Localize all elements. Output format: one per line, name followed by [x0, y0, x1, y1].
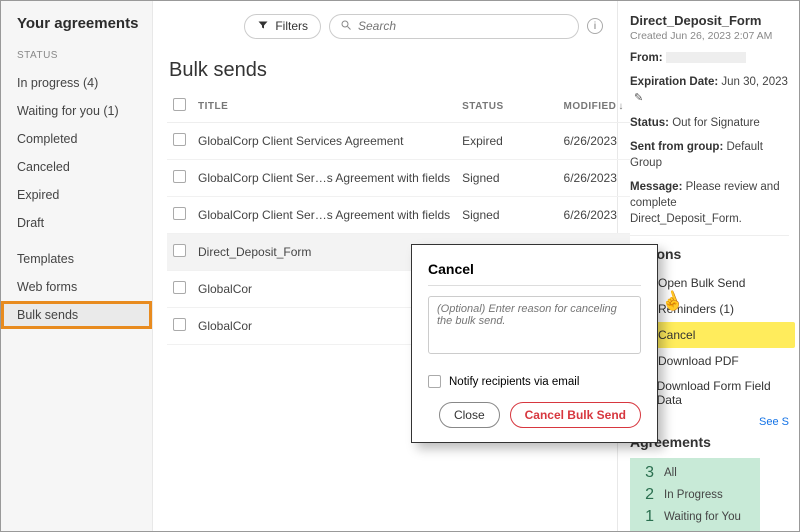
- row-checkbox[interactable]: [173, 207, 186, 220]
- status-label: Status:: [630, 117, 669, 129]
- table-row[interactable]: GlobalCorp Client Ser…s Agreement with f…: [167, 197, 630, 234]
- row-status: Signed: [456, 197, 557, 234]
- search-icon: [340, 19, 352, 34]
- row-modified: 6/26/2023: [558, 123, 630, 160]
- dialog-title: Cancel: [428, 261, 641, 277]
- status-header: STATUS: [1, 46, 152, 69]
- row-title: GlobalCorp Client Services Agreement: [192, 123, 456, 160]
- expiration-value: Jun 30, 2023: [721, 76, 788, 88]
- agreements-stats: 3All 2In Progress 1Waiting for You: [630, 458, 760, 531]
- agg-in-progress[interactable]: 2In Progress: [640, 484, 750, 506]
- col-title[interactable]: TITLE: [192, 90, 456, 123]
- filters-button[interactable]: Filters: [244, 14, 321, 39]
- cancel-bulk-send-button[interactable]: Cancel Bulk Send: [510, 402, 641, 428]
- filters-label: Filters: [275, 19, 308, 33]
- agg-waiting[interactable]: 1Waiting for You: [640, 506, 750, 528]
- row-checkbox[interactable]: [173, 244, 186, 257]
- notify-checkbox[interactable]: [428, 375, 441, 388]
- row-modified: 6/26/2023: [558, 197, 630, 234]
- row-checkbox[interactable]: [173, 170, 186, 183]
- section-title: Bulk sends: [169, 59, 603, 82]
- row-title: GlobalCorp Client Ser…s Agreement with f…: [192, 197, 456, 234]
- col-modified[interactable]: MODIFIED↓: [558, 90, 630, 123]
- nav-web-forms[interactable]: Web forms: [1, 273, 152, 301]
- group-label: Sent from group:: [630, 141, 723, 153]
- row-checkbox[interactable]: [173, 281, 186, 294]
- col-status[interactable]: STATUS: [456, 90, 557, 123]
- page-title: Your agreements: [1, 1, 152, 46]
- toolbar: Filters i: [167, 11, 603, 41]
- cancel-dialog: Cancel Notify recipients via email Close…: [411, 244, 658, 443]
- nav-completed[interactable]: Completed: [1, 125, 152, 153]
- edit-expiration-icon[interactable]: ✎: [634, 91, 643, 106]
- row-status: Signed: [456, 160, 557, 197]
- from-label: From:: [630, 52, 663, 64]
- table-row[interactable]: GlobalCorp Client Ser…s Agreement with f…: [167, 160, 630, 197]
- detail-created: Created Jun 26, 2023 2:07 AM: [630, 30, 789, 42]
- search-box[interactable]: [329, 14, 579, 39]
- notify-label: Notify recipients via email: [449, 376, 579, 388]
- filter-icon: [257, 19, 269, 34]
- search-input[interactable]: [358, 19, 568, 33]
- message-label: Message:: [630, 181, 682, 193]
- info-icon[interactable]: i: [587, 18, 603, 34]
- nav-draft[interactable]: Draft: [1, 209, 152, 237]
- cancel-reason-input[interactable]: [428, 296, 641, 354]
- close-button[interactable]: Close: [439, 402, 500, 428]
- row-checkbox[interactable]: [173, 318, 186, 331]
- from-value: [666, 52, 746, 63]
- nav-canceled[interactable]: Canceled: [1, 153, 152, 181]
- nav-templates[interactable]: Templates: [1, 245, 152, 273]
- nav-expired[interactable]: Expired: [1, 181, 152, 209]
- expiration-label: Expiration Date:: [630, 76, 718, 88]
- row-title: GlobalCorp Client Ser…s Agreement with f…: [192, 160, 456, 197]
- nav-bulk-sends[interactable]: Bulk sends: [1, 301, 152, 329]
- main-area: Filters i Bulk sends TITLE STATUS MODIFI…: [153, 1, 617, 531]
- detail-name: Direct_Deposit_Form: [630, 13, 789, 28]
- nav-in-progress[interactable]: In progress (4): [1, 69, 152, 97]
- nav-waiting[interactable]: Waiting for you (1): [1, 97, 152, 125]
- status-value: Out for Signature: [672, 117, 760, 129]
- select-all-checkbox[interactable]: [173, 98, 186, 111]
- sidebar: Your agreements STATUS In progress (4) W…: [1, 1, 153, 531]
- table-row[interactable]: GlobalCorp Client Services AgreementExpi…: [167, 123, 630, 160]
- row-status: Expired: [456, 123, 557, 160]
- sort-desc-icon: ↓: [618, 101, 624, 112]
- row-modified: 6/26/2023: [558, 160, 630, 197]
- agg-all[interactable]: 3All: [640, 462, 750, 484]
- row-checkbox[interactable]: [173, 133, 186, 146]
